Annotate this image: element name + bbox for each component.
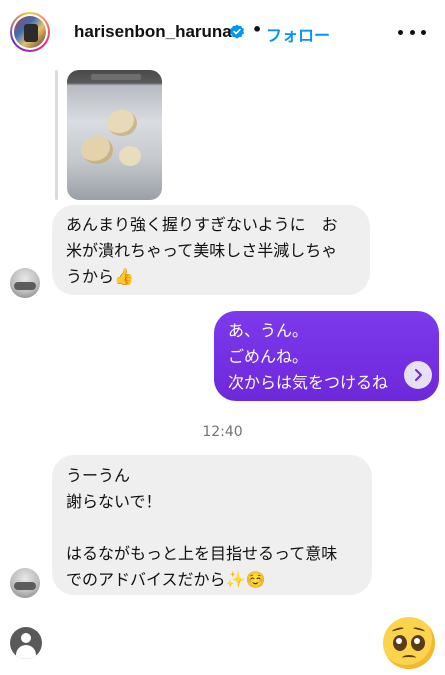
sender-avatar[interactable]: [10, 268, 40, 298]
emoji-eye: [393, 635, 407, 651]
emoji-eye: [411, 635, 425, 651]
reply-icon[interactable]: [404, 361, 432, 389]
rice-ball: [119, 146, 141, 166]
photo-label-strip: [91, 74, 141, 80]
profile-avatar-image: [14, 16, 46, 48]
more-dot: [398, 29, 403, 35]
outgoing-message[interactable]: あ、うん。 ごめんね。 次からは気をつけるね: [214, 311, 439, 401]
chat-header: harisenbon_haruna • フォロー: [0, 0, 445, 64]
rice-ball: [81, 136, 113, 164]
rice-ball: [107, 110, 137, 136]
more-options-icon[interactable]: [398, 27, 426, 37]
sender-avatar[interactable]: [10, 568, 40, 598]
profile-avatar-ring: [12, 14, 48, 50]
verified-badge-icon: [230, 24, 244, 39]
chevron-right-icon: [415, 369, 422, 381]
user-body-shape: [16, 645, 36, 659]
reply-quote-bar: [55, 70, 58, 200]
pleading-face-emoji[interactable]: [383, 617, 435, 669]
emoji-brow: [391, 626, 405, 634]
incoming-message[interactable]: うーうん 謝らないで！ はるながもっと上を目指せるって意味 でのアドバイスだから…: [52, 455, 372, 595]
incoming-message[interactable]: あんまり強く握りすぎないように お 米が潰れちゃって美味しさ半減しちゃ うから👍: [52, 205, 370, 295]
user-silhouette-icon[interactable]: [10, 627, 42, 659]
follow-button[interactable]: フォロー: [266, 22, 330, 46]
profile-avatar[interactable]: [10, 12, 50, 52]
username[interactable]: harisenbon_haruna: [74, 22, 232, 42]
message-timestamp: 12:40: [202, 424, 243, 440]
separator-dot: •: [252, 20, 263, 39]
user-head-shape: [21, 633, 31, 643]
emoji-mouth: [402, 655, 416, 661]
quoted-photo[interactable]: [67, 70, 162, 200]
more-dot: [421, 29, 426, 35]
emoji-brow: [412, 626, 426, 634]
more-dot: [409, 29, 415, 35]
